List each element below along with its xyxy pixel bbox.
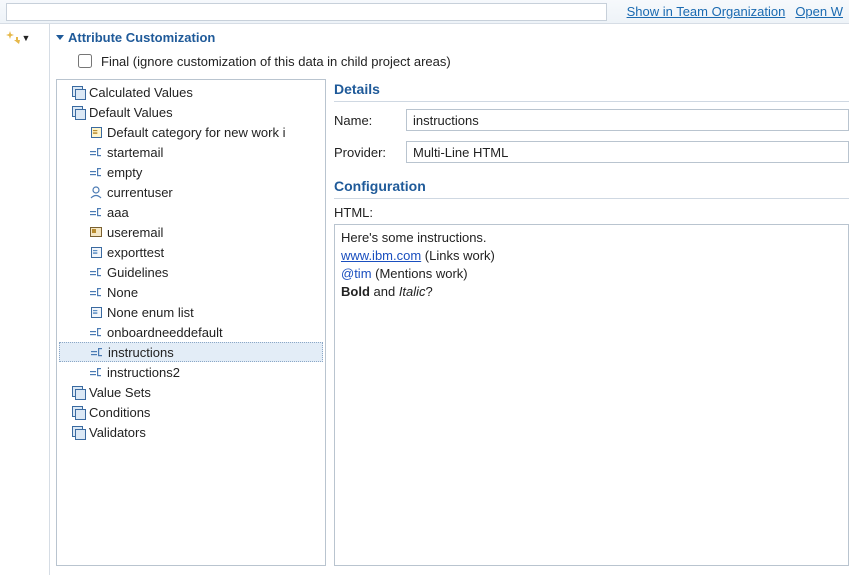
- location-field[interactable]: [6, 3, 607, 21]
- text-icon: [89, 265, 103, 279]
- tree-value-sets[interactable]: Value Sets: [59, 382, 323, 402]
- html-line-4: Bold and Italic?: [341, 283, 842, 301]
- final-checkbox[interactable]: [78, 54, 92, 68]
- tree-item-aaa[interactable]: aaa: [59, 202, 323, 222]
- enum-icon: [89, 245, 103, 259]
- tree-item-instructions[interactable]: instructions: [59, 342, 323, 362]
- tree-validators[interactable]: Validators: [59, 422, 323, 442]
- number-icon: [89, 125, 103, 139]
- tree-item-none[interactable]: None: [59, 282, 323, 302]
- card-icon: [89, 225, 103, 239]
- open-w-link[interactable]: Open W: [795, 4, 843, 19]
- text-icon: [89, 165, 103, 179]
- tree-item-default-category[interactable]: Default category for new work i: [59, 122, 323, 142]
- twisty-icon: [56, 35, 64, 40]
- user-icon: [89, 185, 103, 199]
- provider-field[interactable]: Multi-Line HTML: [406, 141, 849, 163]
- section-header[interactable]: Attribute Customization: [56, 28, 849, 51]
- name-label: Name:: [334, 113, 398, 128]
- tree-item-guidelines[interactable]: Guidelines: [59, 262, 323, 282]
- db-icon: [71, 385, 85, 399]
- text-icon: [89, 325, 103, 339]
- tree-item-instructions2[interactable]: instructions2: [59, 362, 323, 382]
- details-title: Details: [334, 79, 849, 102]
- tree-item-onboard[interactable]: onboardneeddefault: [59, 322, 323, 342]
- html-editor[interactable]: Here's some instructions. www.ibm.com (L…: [334, 224, 849, 566]
- tree-default-values[interactable]: Default Values: [59, 102, 323, 122]
- html-line-1: Here's some instructions.: [341, 229, 842, 247]
- config-title: Configuration: [334, 176, 849, 199]
- tree-item-useremail[interactable]: useremail: [59, 222, 323, 242]
- enum-icon: [89, 305, 103, 319]
- tree-item-exporttest[interactable]: exporttest: [59, 242, 323, 262]
- text-icon: [89, 365, 103, 379]
- html-label: HTML:: [334, 203, 849, 220]
- html-line-3: @tim (Mentions work): [341, 265, 842, 283]
- link-ibm[interactable]: www.ibm.com: [341, 248, 421, 263]
- show-team-org-link[interactable]: Show in Team Organization: [627, 4, 786, 19]
- mention-tim[interactable]: @tim: [341, 266, 372, 281]
- final-label: Final (ignore customization of this data…: [101, 54, 451, 69]
- dropdown-caret-icon: ▼: [22, 33, 31, 43]
- html-line-2: www.ibm.com (Links work): [341, 247, 842, 265]
- tree-panel[interactable]: Calculated Values Default Values Default…: [56, 79, 326, 566]
- db-icon: [71, 405, 85, 419]
- text-icon: [89, 285, 103, 299]
- db-icon: [71, 425, 85, 439]
- add-dropdown-button[interactable]: ▼: [4, 28, 32, 48]
- section-title: Attribute Customization: [68, 30, 215, 45]
- provider-label: Provider:: [334, 145, 398, 160]
- left-gutter: ▼: [0, 24, 50, 575]
- tree-conditions[interactable]: Conditions: [59, 402, 323, 422]
- db-icon: [71, 85, 85, 99]
- db-icon: [71, 105, 85, 119]
- tree-item-none-enum[interactable]: None enum list: [59, 302, 323, 322]
- tree-calculated-values[interactable]: Calculated Values: [59, 82, 323, 102]
- text-icon: [90, 345, 104, 359]
- tree-item-empty[interactable]: empty: [59, 162, 323, 182]
- text-icon: [89, 205, 103, 219]
- details-panel: Details Name: instructions Provider: Mul…: [326, 79, 849, 566]
- top-toolbar: Show in Team Organization Open W: [0, 0, 849, 24]
- sparkle-arrow-icon: [6, 31, 20, 45]
- tree-item-startemail[interactable]: startemail: [59, 142, 323, 162]
- text-icon: [89, 145, 103, 159]
- tree-item-currentuser[interactable]: currentuser: [59, 182, 323, 202]
- final-row: Final (ignore customization of this data…: [56, 51, 849, 79]
- name-field[interactable]: instructions: [406, 109, 849, 131]
